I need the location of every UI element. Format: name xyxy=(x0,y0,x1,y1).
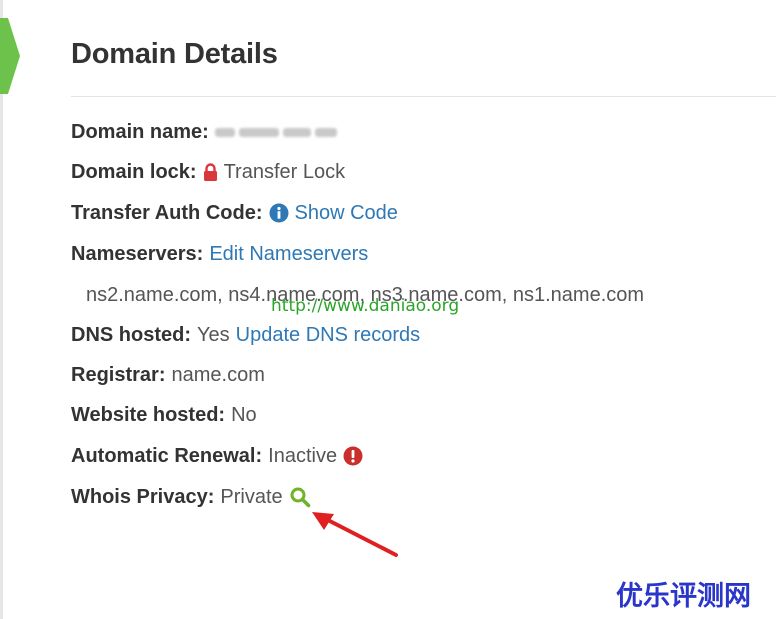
domain-lock-label: Domain lock: xyxy=(71,161,197,183)
auto-renewal-row: Automatic Renewal: Inactive xyxy=(71,443,363,469)
domain-name-row: Domain name: xyxy=(71,119,337,145)
registrar-label: Registrar: xyxy=(71,364,166,386)
nameservers-row: Nameservers: Edit Nameservers xyxy=(71,241,368,267)
brand-watermark: 优乐评测网 xyxy=(616,581,751,612)
dns-hosted-row: DNS hosted: Yes Update DNS records xyxy=(71,322,420,348)
show-code-link[interactable]: Show Code xyxy=(295,200,398,226)
exclamation-icon xyxy=(343,446,363,466)
whois-privacy-row: Whois Privacy: Private xyxy=(71,484,311,510)
whois-privacy-label: Whois Privacy: xyxy=(71,486,215,508)
step-indicator-arrow xyxy=(0,18,20,94)
auth-code-label: Transfer Auth Code: xyxy=(71,202,263,224)
website-hosted-label: Website hosted: xyxy=(71,404,226,426)
auth-code-row: Transfer Auth Code: Show Code xyxy=(71,200,398,226)
nameservers-label: Nameservers: xyxy=(71,243,204,265)
title-divider xyxy=(71,96,776,97)
watermark-url: http://www.daniao.org xyxy=(271,296,460,316)
website-hosted-value: No xyxy=(231,404,257,426)
registrar-row: Registrar: name.com xyxy=(71,362,265,388)
annotation-arrow xyxy=(312,512,398,557)
lock-icon xyxy=(203,162,217,181)
website-hosted-row: Website hosted: No xyxy=(71,402,257,428)
whois-privacy-value: Private xyxy=(220,486,283,508)
domain-lock-row: Domain lock: Transfer Lock xyxy=(71,159,345,185)
registrar-value: name.com xyxy=(171,364,265,386)
auto-renewal-label: Automatic Renewal: xyxy=(71,445,263,467)
dns-hosted-value: Yes xyxy=(197,324,230,346)
domain-name-value-redacted xyxy=(214,127,337,137)
edit-nameservers-link[interactable]: Edit Nameservers xyxy=(209,241,368,267)
domain-name-label: Domain name: xyxy=(71,121,209,143)
page-title: Domain Details xyxy=(71,38,278,70)
info-icon xyxy=(269,203,288,223)
auto-renewal-value: Inactive xyxy=(268,445,338,467)
domain-lock-value: Transfer Lock xyxy=(223,161,346,183)
dns-hosted-label: DNS hosted: xyxy=(71,324,191,346)
update-dns-link[interactable]: Update DNS records xyxy=(236,322,421,348)
